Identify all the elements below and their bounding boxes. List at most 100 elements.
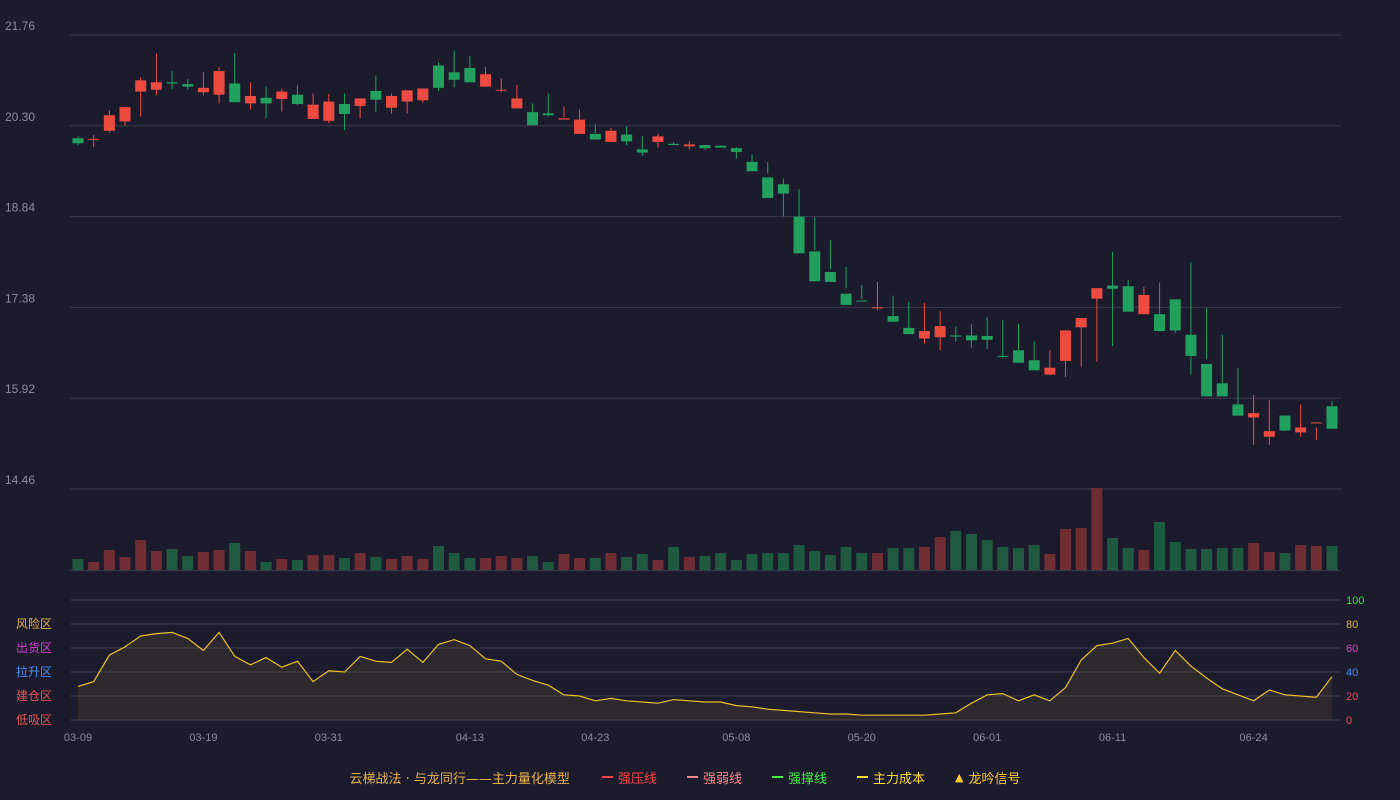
date-tick-label: 03-09 xyxy=(64,732,92,744)
candlestick[interactable] xyxy=(417,88,429,103)
candle-body xyxy=(150,82,162,90)
candlestick[interactable] xyxy=(605,128,617,142)
candlestick[interactable] xyxy=(950,326,962,342)
candle-body xyxy=(88,138,100,140)
candlestick[interactable] xyxy=(1138,286,1150,315)
candlestick[interactable] xyxy=(1107,252,1119,346)
candlestick[interactable] xyxy=(542,93,554,117)
volume-bar xyxy=(715,553,727,570)
candlestick[interactable] xyxy=(715,145,727,148)
candlestick[interactable] xyxy=(981,317,993,350)
candlestick[interactable] xyxy=(103,110,115,133)
candlestick[interactable] xyxy=(1122,280,1134,312)
candlestick[interactable] xyxy=(1279,415,1291,432)
legend-item-strong-support[interactable]: 强撑线 xyxy=(771,768,827,787)
volume-bar xyxy=(1169,542,1181,570)
legend-item-main-cost[interactable]: 主力成本 xyxy=(856,768,925,787)
candlestick[interactable] xyxy=(856,285,868,302)
candlestick[interactable] xyxy=(1185,262,1197,375)
candlestick[interactable] xyxy=(934,311,946,351)
candle-body xyxy=(1216,383,1228,397)
candlestick[interactable] xyxy=(574,109,586,134)
candlestick[interactable] xyxy=(1216,334,1228,397)
candlestick[interactable] xyxy=(291,85,303,106)
candlestick[interactable] xyxy=(323,94,335,124)
candlestick[interactable] xyxy=(668,141,680,146)
candlestick[interactable] xyxy=(730,146,742,159)
candlestick[interactable] xyxy=(182,79,194,90)
candlestick[interactable] xyxy=(558,106,570,120)
candlestick[interactable] xyxy=(401,90,413,114)
candlestick[interactable] xyxy=(354,98,366,119)
candlestick[interactable] xyxy=(762,161,774,198)
candlestick[interactable] xyxy=(307,93,319,119)
candlestick[interactable] xyxy=(480,66,492,87)
candle-body xyxy=(135,80,147,92)
candlestick[interactable] xyxy=(88,135,100,147)
legend-item-dragon-signal[interactable]: ▲ 龙吟信号 xyxy=(955,768,1020,787)
candlestick[interactable] xyxy=(683,141,695,150)
candlestick[interactable] xyxy=(370,75,382,113)
volume-bar xyxy=(166,549,178,570)
candlestick[interactable] xyxy=(699,145,711,151)
candlestick[interactable] xyxy=(1201,308,1213,397)
candlestick[interactable] xyxy=(527,103,539,126)
candlestick[interactable] xyxy=(1310,422,1322,440)
candle-body xyxy=(950,335,962,337)
candlestick[interactable] xyxy=(1169,299,1181,333)
candlestick[interactable] xyxy=(887,295,899,322)
candlestick[interactable] xyxy=(1295,404,1307,437)
candlestick[interactable] xyxy=(809,217,821,282)
volume-bar xyxy=(621,557,633,570)
candlestick[interactable] xyxy=(338,93,350,131)
candlestick[interactable] xyxy=(448,50,460,88)
candlestick[interactable] xyxy=(260,86,272,119)
candlestick[interactable] xyxy=(1060,330,1072,378)
candlestick[interactable] xyxy=(777,178,789,217)
candlestick[interactable] xyxy=(840,266,852,305)
candlestick[interactable] xyxy=(213,66,225,104)
candlestick[interactable] xyxy=(229,53,241,103)
candlestick[interactable] xyxy=(511,84,523,109)
candlestick[interactable] xyxy=(1091,288,1103,362)
candlestick[interactable] xyxy=(621,126,633,146)
candle-body xyxy=(511,98,523,109)
candlestick[interactable] xyxy=(871,281,883,311)
candlestick[interactable] xyxy=(150,53,162,96)
candlestick[interactable] xyxy=(965,324,977,348)
candlestick[interactable] xyxy=(1154,282,1166,332)
candlestick[interactable] xyxy=(652,133,664,148)
candlestick[interactable] xyxy=(135,77,147,117)
candlestick[interactable] xyxy=(1248,395,1260,445)
candlestick[interactable] xyxy=(433,62,445,91)
candlestick[interactable] xyxy=(244,82,256,110)
candlestick[interactable] xyxy=(119,107,131,126)
candlestick[interactable] xyxy=(903,301,915,335)
legend-item-strong-pressure[interactable]: 强压线 xyxy=(601,768,657,787)
candlestick[interactable] xyxy=(495,78,507,93)
candlestick[interactable] xyxy=(636,135,648,156)
legend-item-strength-line[interactable]: 强弱线 xyxy=(686,768,742,787)
candlestick[interactable] xyxy=(166,71,178,90)
candlestick[interactable] xyxy=(1044,350,1056,376)
candlestick[interactable] xyxy=(197,71,209,96)
candlestick[interactable] xyxy=(386,93,397,114)
candlestick[interactable] xyxy=(1013,323,1024,363)
candlestick[interactable] xyxy=(72,136,84,146)
candlestick[interactable] xyxy=(793,189,805,254)
candlestick[interactable] xyxy=(1232,367,1244,416)
candlestick[interactable] xyxy=(464,56,476,83)
volume-bar xyxy=(1028,545,1040,570)
candlestick[interactable] xyxy=(918,303,930,344)
indicator-tick-label: 100 xyxy=(1346,595,1364,607)
volume-bar xyxy=(652,560,664,570)
candlestick[interactable] xyxy=(997,319,1009,359)
candlestick[interactable] xyxy=(276,88,288,112)
candlestick[interactable] xyxy=(1263,400,1275,445)
candlestick[interactable] xyxy=(746,154,758,172)
price-tick-label: 14.46 xyxy=(5,473,35,487)
candlestick[interactable] xyxy=(1028,341,1040,371)
candlestick[interactable] xyxy=(1326,401,1338,429)
candlestick[interactable] xyxy=(1075,317,1087,367)
candlestick[interactable] xyxy=(824,240,836,282)
